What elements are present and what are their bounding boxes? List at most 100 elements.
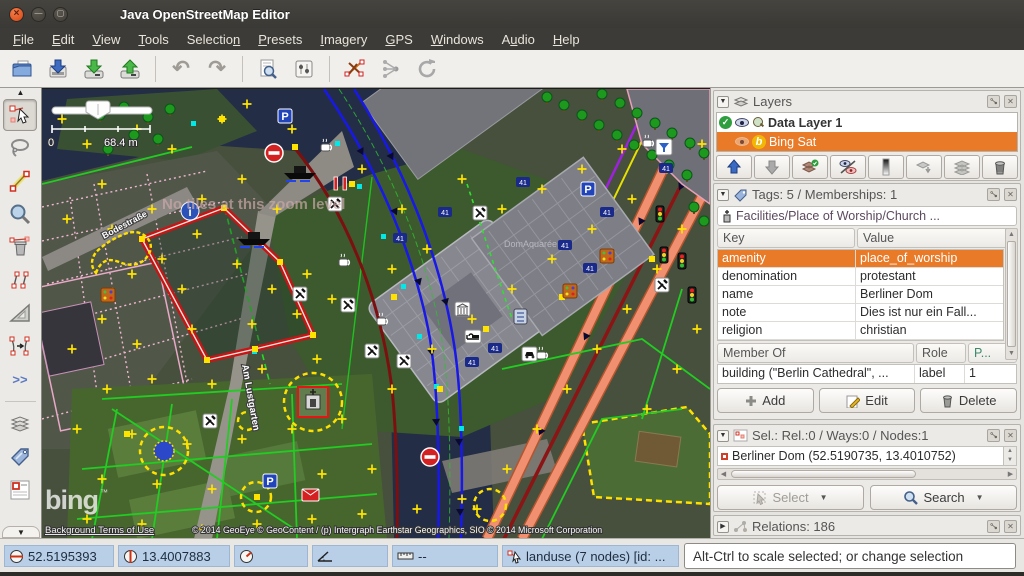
preferences-button[interactable] bbox=[287, 54, 321, 84]
download-button[interactable] bbox=[77, 54, 111, 84]
stick-panel-icon[interactable]: ⊶ bbox=[987, 95, 1000, 108]
selection-panel-toggle-button[interactable] bbox=[3, 474, 37, 506]
stick-panel-icon[interactable]: ⊶ bbox=[987, 520, 1000, 533]
update-data-icon bbox=[415, 57, 439, 81]
selected-node-berliner-dom[interactable] bbox=[298, 387, 328, 417]
side-panels: ▼ Layers ⊶ ✕ ✓ Data Layer 1 bbox=[710, 88, 1024, 538]
draw-node-tool-button[interactable] bbox=[3, 165, 37, 197]
stick-panel-icon[interactable]: ⊶ bbox=[987, 188, 1000, 201]
move-layer-up-button[interactable] bbox=[716, 155, 752, 179]
selection-horizontal-scrollbar[interactable]: ◀▶ bbox=[717, 468, 1017, 480]
delete-layer-button[interactable] bbox=[982, 155, 1018, 179]
close-panel-icon[interactable]: ✕ bbox=[1004, 520, 1017, 533]
edit-tag-button[interactable]: Edit bbox=[819, 388, 916, 413]
column-header-key[interactable]: Key bbox=[717, 228, 855, 248]
close-panel-icon[interactable]: ✕ bbox=[1004, 95, 1017, 108]
visibility-eye-icon[interactable] bbox=[735, 137, 749, 146]
combine-way-button[interactable] bbox=[374, 54, 408, 84]
more-tools-button[interactable]: >> bbox=[3, 363, 37, 395]
tools-scroll-down[interactable]: ▼ bbox=[2, 526, 40, 538]
menu-audio[interactable]: Audio bbox=[493, 30, 544, 49]
duplicate-layer-icon bbox=[953, 159, 971, 175]
svg-text:P: P bbox=[584, 184, 591, 196]
car-rental-icon bbox=[522, 347, 537, 361]
tag-row[interactable]: denominationprotestant bbox=[718, 268, 1003, 286]
collapse-icon[interactable]: ▼ bbox=[717, 189, 729, 201]
tags-vertical-scrollbar[interactable]: ▲ ▼ bbox=[1005, 228, 1018, 360]
map-view[interactable]: P P P i bbox=[42, 88, 710, 538]
parallel-way-tool-button[interactable] bbox=[3, 264, 37, 296]
select-tool-button[interactable] bbox=[3, 99, 37, 131]
visibility-eye-icon[interactable] bbox=[735, 118, 749, 127]
duplicate-layer-button[interactable] bbox=[944, 155, 980, 179]
menu-windows[interactable]: Windows bbox=[422, 30, 493, 49]
close-panel-icon[interactable]: ✕ bbox=[1004, 429, 1017, 442]
search-button[interactable]: Search ▼ bbox=[870, 485, 1017, 510]
collapse-icon[interactable]: ▼ bbox=[717, 96, 729, 108]
preset-link[interactable]: Facilities/Place of Worship/Church ... bbox=[717, 206, 1017, 226]
upload-button[interactable] bbox=[113, 54, 147, 84]
minimize-window-button[interactable]: — bbox=[31, 7, 46, 22]
menu-edit[interactable]: Edit bbox=[43, 30, 83, 49]
delete-tool-button[interactable] bbox=[3, 231, 37, 263]
menu-tools[interactable]: Tools bbox=[129, 30, 177, 49]
tag-row[interactable]: noteDies ist nur ein Fall... bbox=[718, 304, 1003, 322]
relations-icon bbox=[733, 520, 748, 533]
tags-panel-toggle-button[interactable] bbox=[3, 441, 37, 473]
menu-view[interactable]: View bbox=[83, 30, 129, 49]
longitude-icon bbox=[123, 549, 138, 564]
menu-selection[interactable]: Selection bbox=[178, 30, 250, 49]
menu-imagery[interactable]: Imagery bbox=[311, 30, 376, 49]
column-header-role[interactable]: Role bbox=[916, 343, 966, 363]
zoom-tool-button[interactable] bbox=[3, 198, 37, 230]
toggle-visibility-button[interactable] bbox=[830, 155, 866, 179]
layer-row-data[interactable]: ✓ Data Layer 1 bbox=[717, 113, 1017, 132]
window-edge bbox=[0, 572, 1024, 576]
layers-icon bbox=[733, 95, 749, 109]
layer-opacity-button[interactable] bbox=[868, 155, 904, 179]
select-button[interactable]: Select ▼ bbox=[717, 485, 864, 510]
extrude-tool-button[interactable] bbox=[3, 297, 37, 329]
layers-panel-toggle-button[interactable] bbox=[3, 408, 37, 440]
redo-button[interactable]: ↷ bbox=[200, 54, 234, 84]
selection-spinner[interactable]: ▲▼ bbox=[1003, 447, 1016, 465]
search-presets-button[interactable] bbox=[251, 54, 285, 84]
merge-layer-button[interactable] bbox=[906, 155, 942, 179]
move-layer-down-button[interactable] bbox=[754, 155, 790, 179]
collapse-icon[interactable]: ▶ bbox=[717, 521, 729, 533]
collapse-icon[interactable]: ▼ bbox=[717, 430, 729, 442]
improve-accuracy-tool-button[interactable] bbox=[3, 330, 37, 362]
update-data-button[interactable] bbox=[410, 54, 444, 84]
menu-presets[interactable]: Presets bbox=[249, 30, 311, 49]
column-header-value[interactable]: Value bbox=[857, 228, 1017, 248]
split-way-button[interactable] bbox=[338, 54, 372, 84]
stick-panel-icon[interactable]: ⊶ bbox=[987, 429, 1000, 442]
tag-icon bbox=[733, 188, 748, 202]
menu-file[interactable]: File bbox=[4, 30, 43, 49]
close-panel-icon[interactable]: ✕ bbox=[1004, 188, 1017, 201]
membership-row[interactable]: building ("Berlin Cathedral", ... label … bbox=[718, 365, 1016, 383]
tag-row[interactable]: religionchristian bbox=[718, 322, 1003, 340]
terms-of-use-link[interactable]: Background Terms of Use bbox=[45, 525, 154, 536]
add-tag-button[interactable]: Add bbox=[717, 388, 814, 413]
close-window-button[interactable]: ✕ bbox=[9, 7, 24, 22]
save-button[interactable] bbox=[41, 54, 75, 84]
delete-tag-button[interactable]: Delete bbox=[920, 388, 1017, 413]
column-header-member-of[interactable]: Member Of bbox=[717, 343, 914, 363]
menu-help[interactable]: Help bbox=[544, 30, 589, 49]
open-button[interactable] bbox=[5, 54, 39, 84]
layer-row-bing[interactable]: b Bing Sat bbox=[717, 132, 1017, 151]
svg-text:41: 41 bbox=[662, 166, 670, 173]
menu-gps[interactable]: GPS bbox=[376, 30, 421, 49]
tools-scroll-up[interactable]: ▲ bbox=[0, 88, 41, 98]
maximize-window-button[interactable]: ▢ bbox=[53, 7, 68, 22]
tag-row[interactable]: amenityplace_of_worship bbox=[718, 250, 1003, 268]
tag-row[interactable]: nameBerliner Dom bbox=[718, 286, 1003, 304]
lasso-tool-button[interactable] bbox=[3, 132, 37, 164]
undo-button[interactable]: ↶ bbox=[164, 54, 198, 84]
toolbar-separator bbox=[329, 56, 330, 82]
imagery-copyright: © 2014 GeoEye © GeoContent / (p) Intergr… bbox=[192, 525, 602, 535]
selection-list-item[interactable]: Berliner Dom (52.5190735, 13.4010752) bbox=[718, 449, 1003, 463]
activate-layer-button[interactable] bbox=[792, 155, 828, 179]
trademark: ™ bbox=[100, 488, 108, 497]
